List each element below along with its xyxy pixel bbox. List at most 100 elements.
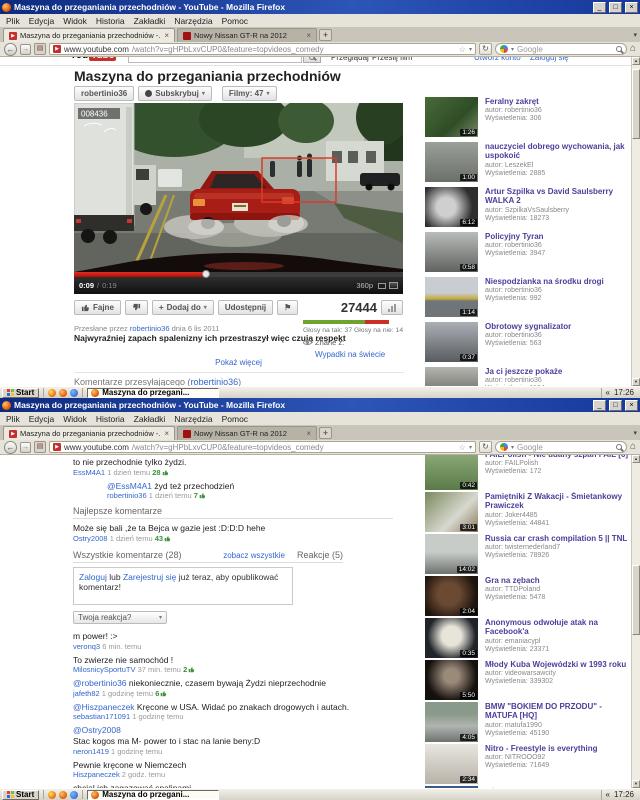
video-thumbnail[interactable]: 1:26 (425, 97, 478, 137)
scrubber-handle[interactable] (202, 270, 210, 278)
header-search-input[interactable] (128, 57, 302, 63)
video-thumbnail[interactable]: 1:00 (425, 142, 478, 182)
uploader-link[interactable]: robertinio36 (191, 377, 239, 386)
related-video-item[interactable]: 0:37 Obrotowy sygnalizator autor: robert… (425, 322, 631, 362)
close-button[interactable]: × (625, 400, 638, 411)
browse-link[interactable]: Przeglądaj (331, 57, 369, 62)
menu-item[interactable]: Historia (96, 414, 125, 424)
google-logo-icon[interactable] (500, 45, 508, 53)
video-thumbnail[interactable]: 5:50 (425, 660, 478, 700)
see-all-link[interactable]: zobacz wszystkie (223, 551, 285, 560)
taskbar-window-button[interactable]: Maszyna do przegani... (87, 388, 219, 398)
new-tab-button[interactable]: + (319, 427, 332, 439)
bookmark-star-icon[interactable]: ☆ (459, 443, 466, 452)
video-title-link[interactable]: Anonymous odwołuje atak na Facebook'a (485, 618, 631, 637)
video-thumbnail[interactable]: 1:19 (425, 367, 478, 386)
video-player[interactable]: 008436 0:09 / 0:19 360p (74, 103, 403, 294)
menu-item[interactable]: Pomoc (222, 414, 248, 424)
menu-item[interactable]: Widok (63, 414, 87, 424)
url-bar[interactable]: ▶ www.youtube.com/watch?v=gHPbLxvCUP0&fe… (49, 441, 476, 453)
related-video-item[interactable]: 4:05 BMW "BOKIEM DO PRZODU" - MATUFA [HQ… (425, 702, 631, 742)
search-bar[interactable]: ▾ Google (495, 441, 627, 453)
search-icon[interactable] (616, 46, 622, 52)
scrollbar[interactable]: ▲ ▼ (631, 57, 640, 386)
new-tab-button[interactable]: + (319, 29, 332, 41)
scroll-down-icon[interactable]: ▼ (632, 378, 640, 386)
menu-item[interactable]: Narzędzia (174, 414, 212, 424)
resize-icon[interactable] (378, 283, 386, 289)
menu-item[interactable]: Edycja (29, 16, 55, 26)
video-title-link[interactable]: Obrotowy sygnalizator (485, 322, 571, 331)
url-bar[interactable]: ▶ www.youtube.com/watch?v=gHPbLxvCUP0&fe… (49, 43, 476, 55)
quick-launch-icon-firefox[interactable] (59, 389, 67, 397)
related-video-item[interactable]: 1:14 Niespodzianka na środku drogi autor… (425, 277, 631, 317)
subscribe-button[interactable]: Subskrybuj▾ (138, 86, 212, 101)
home-button[interactable]: ⌂ (630, 43, 636, 55)
minimize-button[interactable]: _ (593, 2, 606, 13)
video-title-link[interactable]: Policyjny Tyran (485, 232, 545, 241)
video-title-link[interactable]: Feralny zakręt (485, 97, 542, 106)
comment-mention-link[interactable]: @Hiszpaneczek (73, 702, 135, 712)
bookmarks-icon[interactable]: ▤ (34, 441, 46, 453)
quick-launch-icon-firefox[interactable] (59, 791, 67, 799)
comment-author-link[interactable]: robertinio36 (107, 491, 147, 500)
quick-launch-icon-messenger[interactable] (48, 389, 56, 397)
taskbar-window-button[interactable]: Maszyna do przegani... (87, 790, 219, 800)
menu-item[interactable]: Historia (96, 16, 125, 26)
video-title-link[interactable]: FAILPolish - Nie udany szpan FAIL [6] (485, 455, 628, 459)
scrollbar-thumb[interactable] (632, 565, 640, 635)
maximize-button[interactable]: □ (609, 2, 622, 13)
scroll-up-icon[interactable]: ▲ (632, 455, 640, 463)
url-dropdown-icon[interactable]: ▾ (469, 46, 472, 53)
seek-bar[interactable] (74, 272, 403, 277)
video-title-link[interactable]: BMW "BOKIEM DO PRZODU" - MATUFA [HQ] (485, 702, 631, 721)
upload-link[interactable]: Prześlij film (372, 57, 412, 62)
tab-current[interactable]: ▶ Maszyna do przeganiania przechodniów -… (3, 426, 175, 440)
reactions-tab[interactable]: Reakcje (5) (297, 550, 343, 560)
video-thumbnail[interactable]: 0:58 (425, 232, 478, 272)
scroll-down-icon[interactable]: ▼ (632, 780, 640, 788)
like-button[interactable]: Fajne (74, 300, 121, 315)
related-video-item[interactable]: 5:50 Młody Kuba Wojewódzki w 1993 roku a… (425, 660, 631, 700)
video-thumbnail[interactable]: 2:34 (425, 744, 478, 784)
video-title-link[interactable]: Pamiętniki Z Wakacji - Śmietankowy Prawi… (485, 492, 631, 511)
channel-button[interactable]: robertinio36 (74, 86, 134, 101)
comment-author-link[interactable]: sebastian171091 (73, 712, 130, 721)
stats-button[interactable] (381, 300, 403, 315)
minimize-button[interactable]: _ (593, 400, 606, 411)
quick-launch-icon-messenger[interactable] (48, 791, 56, 799)
comment-mention-link[interactable]: @Ostry2008 (73, 725, 121, 735)
related-video-item[interactable]: 1:00 nauczyciel dobrego wychowania, jak … (425, 142, 631, 182)
menu-item[interactable]: Zakładki (134, 414, 166, 424)
tab-close-icon[interactable]: × (164, 31, 169, 40)
known-from-link[interactable]: Wypadki na świecie (315, 350, 400, 359)
video-thumbnail[interactable]: 6:12 (425, 187, 478, 227)
fullscreen-icon[interactable] (389, 282, 398, 289)
start-button[interactable]: Start (2, 790, 39, 800)
tab-list-caret-icon[interactable]: ▾ (633, 429, 637, 437)
menu-item[interactable]: Plik (6, 414, 20, 424)
back-button[interactable]: ← (4, 441, 17, 454)
video-thumbnail[interactable]: 2:04 (425, 576, 478, 616)
tab-close-icon[interactable]: × (306, 429, 311, 438)
quick-launch-icon-ie[interactable] (70, 791, 78, 799)
tab-other[interactable]: Nowy Nissan GT-R na 2012 × (177, 426, 317, 440)
related-video-item[interactable]: 14:02 Russia car crash compilation 5 || … (425, 534, 631, 574)
search-engine-caret-icon[interactable]: ▾ (511, 46, 514, 53)
related-video-item[interactable]: 1:26 Feralny zakręt autor: robertinio36 … (425, 97, 631, 137)
menu-item[interactable]: Widok (63, 16, 87, 26)
video-title-link[interactable]: nauczyciel dobrego wychowania, jak uspok… (485, 142, 631, 161)
comment-author-link[interactable]: Hiszpaneczek (73, 770, 120, 779)
url-dropdown-icon[interactable]: ▾ (469, 444, 472, 451)
comment-author-link[interactable]: MilosnicySportuTV (73, 665, 136, 674)
forward-button[interactable]: → (20, 442, 31, 453)
video-title-link[interactable]: Niespodzianka na środku drogi (485, 277, 604, 286)
video-title-link[interactable]: Ja ci jeszcze pokaże (485, 367, 562, 376)
home-button[interactable]: ⌂ (630, 441, 636, 453)
bookmark-star-icon[interactable]: ☆ (459, 45, 466, 54)
share-button[interactable]: Udostępnij (218, 300, 273, 315)
forward-button[interactable]: → (20, 44, 31, 55)
google-logo-icon[interactable] (500, 443, 508, 451)
related-video-item[interactable]: 0:58 Policyjny Tyran autor: robertinio36… (425, 232, 631, 272)
scroll-up-icon[interactable]: ▲ (632, 57, 640, 65)
